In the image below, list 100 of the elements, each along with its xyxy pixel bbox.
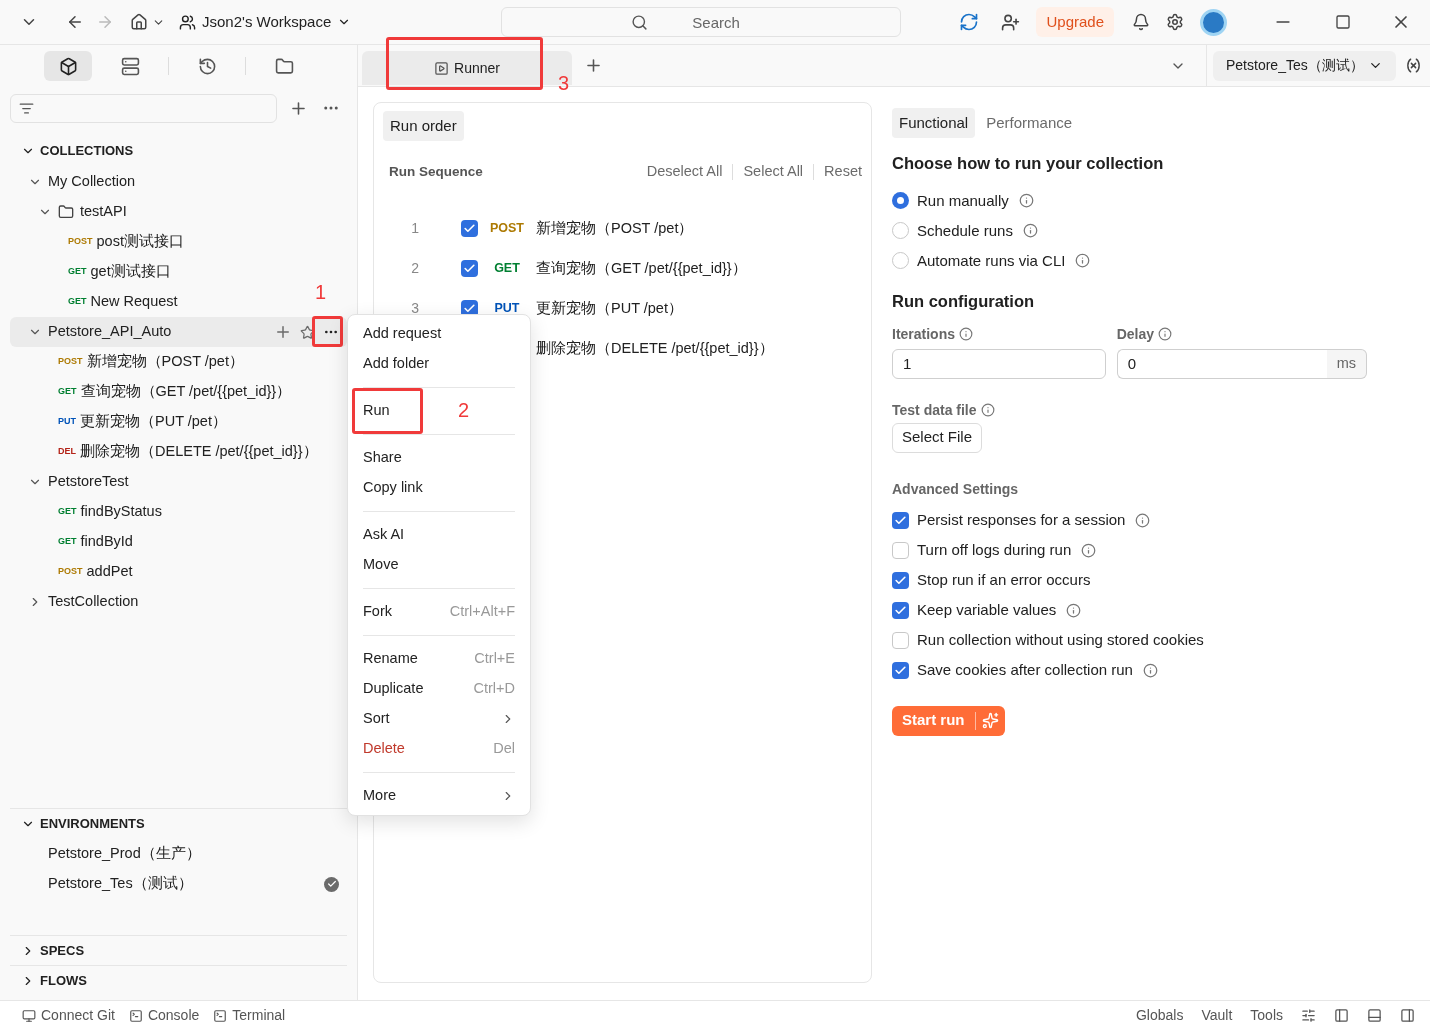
status-bar-item[interactable]: Terminal: [213, 1005, 286, 1026]
request-item[interactable]: GET findByStatus: [10, 497, 170, 527]
invite-icon[interactable]: [1001, 12, 1021, 32]
request-item[interactable]: GET findById: [10, 527, 141, 557]
item-name: My Collection: [48, 172, 136, 192]
row-number: 2: [410, 259, 419, 279]
checkbox[interactable]: [892, 542, 909, 559]
panel-right-icon[interactable]: [1400, 1008, 1415, 1023]
environment-selector[interactable]: Petstore_Tes（测试）: [1213, 50, 1396, 81]
notifications-icon[interactable]: [1132, 13, 1150, 31]
request-item[interactable]: DEL 删除宠物（DELETE /pet/{{pet_id}}）: [10, 437, 326, 467]
variables-icon[interactable]: [1405, 57, 1422, 74]
settings-icon[interactable]: [1166, 13, 1184, 31]
sequence-action-link[interactable]: Deselect All: [646, 161, 723, 183]
request-name: 更新宠物（PUT /pet）: [536, 298, 683, 318]
folder-item[interactable]: testAPI: [10, 197, 135, 227]
status-bar-item[interactable]: Console: [128, 1005, 200, 1026]
avatar-icon[interactable]: [1200, 8, 1227, 36]
annotation-number: 2: [458, 400, 470, 420]
collection-item[interactable]: Petstore_API_Auto: [10, 317, 347, 347]
run-sequence-row[interactable]: 2 GET 查询宠物（GET /pet/{{pet_id}}）: [383, 248, 862, 289]
request-item[interactable]: POST addPet: [10, 557, 141, 587]
menu-item[interactable]: Share: [363, 443, 402, 473]
sequence-action-link[interactable]: Reset: [824, 161, 862, 183]
menu-item[interactable]: Fork Ctrl+Alt+F: [363, 597, 515, 627]
menu-item[interactable]: Delete Del: [363, 734, 515, 764]
checkbox[interactable]: [461, 220, 478, 238]
request-item[interactable]: GET New Request: [10, 287, 186, 317]
method-label: POST: [58, 355, 83, 369]
filter-field[interactable]: [10, 93, 277, 123]
environment-item[interactable]: Petstore_Tes（测试）: [0, 869, 357, 899]
upgrade-button[interactable]: Upgrade: [1036, 7, 1114, 37]
info-icon[interactable]: [1081, 543, 1097, 558]
mode-tab[interactable]: Performance: [979, 108, 1080, 138]
menu-item[interactable]: Add request: [363, 319, 442, 349]
info-icon[interactable]: [1142, 663, 1158, 678]
mode-tab[interactable]: Functional: [892, 108, 976, 138]
console-icon: [128, 1008, 143, 1023]
panel-left-icon[interactable]: [1334, 1008, 1349, 1023]
request-item[interactable]: POST post测试接口: [10, 227, 192, 257]
sync-icon[interactable]: [959, 12, 980, 32]
menu-item[interactable]: Ask AI: [363, 520, 405, 550]
request-item[interactable]: PUT 更新宠物（PUT /pet）: [10, 407, 235, 437]
run-sequence-row[interactable]: 1 POST 新增宠物（POST /pet）: [383, 208, 862, 249]
menu-item[interactable]: More: [363, 781, 515, 811]
menu-item[interactable]: Sort: [363, 704, 515, 734]
menu-item[interactable]: Add folder: [363, 349, 430, 379]
annotation-number: 1: [315, 282, 327, 302]
info-icon[interactable]: [1158, 327, 1172, 341]
request-item[interactable]: GET 查询宠物（GET /pet/{{pet_id}}）: [10, 377, 300, 407]
collection-item[interactable]: PetstoreTest: [10, 467, 137, 497]
request-item[interactable]: GET get测试接口: [10, 257, 179, 287]
request-item[interactable]: POST 新增宠物（POST /pet）: [10, 347, 252, 377]
folder-icon: [274, 56, 294, 76]
menu-item[interactable]: Run: [363, 396, 390, 426]
status-bar-item[interactable]: Tools: [1250, 1005, 1283, 1026]
item-name: post测试接口: [96, 232, 184, 252]
item-name: 新增宠物（POST /pet）: [86, 352, 244, 372]
info-icon[interactable]: [1066, 603, 1082, 618]
info-icon[interactable]: [959, 327, 973, 341]
status-bar-item[interactable]: Vault: [1201, 1005, 1233, 1026]
sidebar-view-tab[interactable]: [44, 51, 92, 81]
status-bar-item[interactable]: Connect Git: [22, 1005, 115, 1026]
info-icon[interactable]: [1018, 193, 1034, 209]
info-icon[interactable]: [1075, 253, 1091, 269]
environment-item[interactable]: Petstore_Prod（生产）: [0, 839, 357, 869]
request-name: 查询宠物（GET /pet/{{pet_id}}）: [536, 258, 747, 278]
checkbox[interactable]: [892, 602, 909, 619]
info-icon[interactable]: [1135, 513, 1151, 528]
checkbox[interactable]: [461, 260, 478, 278]
radio-label: Automate runs via CLI: [917, 250, 1066, 271]
checkbox[interactable]: [892, 632, 909, 649]
sparkles-icon: [981, 712, 999, 729]
star-icon[interactable]: [300, 324, 315, 340]
menu-item[interactable]: Rename Ctrl+E: [363, 644, 515, 674]
panel-bottom-icon[interactable]: [1367, 1008, 1382, 1023]
status-bar-item[interactable]: Globals: [1135, 1005, 1184, 1026]
maximize-icon[interactable]: [1335, 14, 1351, 30]
collection-item[interactable]: TestCollection: [10, 587, 147, 617]
run-order-tab[interactable]: Run order: [383, 111, 464, 141]
menu-item[interactable]: Copy link: [363, 473, 423, 503]
sliders-icon[interactable]: [1301, 1008, 1316, 1023]
item-name: addPet: [86, 562, 133, 582]
checkbox[interactable]: [892, 662, 909, 679]
radio-button[interactable]: [892, 192, 909, 210]
info-icon[interactable]: [980, 403, 995, 417]
menu-item[interactable]: Duplicate Ctrl+D: [363, 674, 515, 704]
select-file-button[interactable]: Select File: [892, 422, 983, 453]
back-icon[interactable]: [66, 13, 84, 31]
checkbox[interactable]: [892, 512, 909, 529]
collection-item[interactable]: My Collection: [10, 167, 144, 197]
sequence-action-link[interactable]: Select All: [743, 161, 804, 183]
search-field[interactable]: Search: [501, 7, 902, 37]
workspace-selector[interactable]: Json2's Workspace: [179, 10, 352, 34]
new-tab-icon[interactable]: [584, 56, 603, 75]
iterations-field[interactable]: 1: [892, 348, 1106, 379]
menu-item[interactable]: Move: [363, 550, 399, 580]
checkbox[interactable]: [892, 572, 909, 589]
home-icon[interactable]: [130, 13, 148, 31]
info-icon[interactable]: [1022, 223, 1038, 239]
